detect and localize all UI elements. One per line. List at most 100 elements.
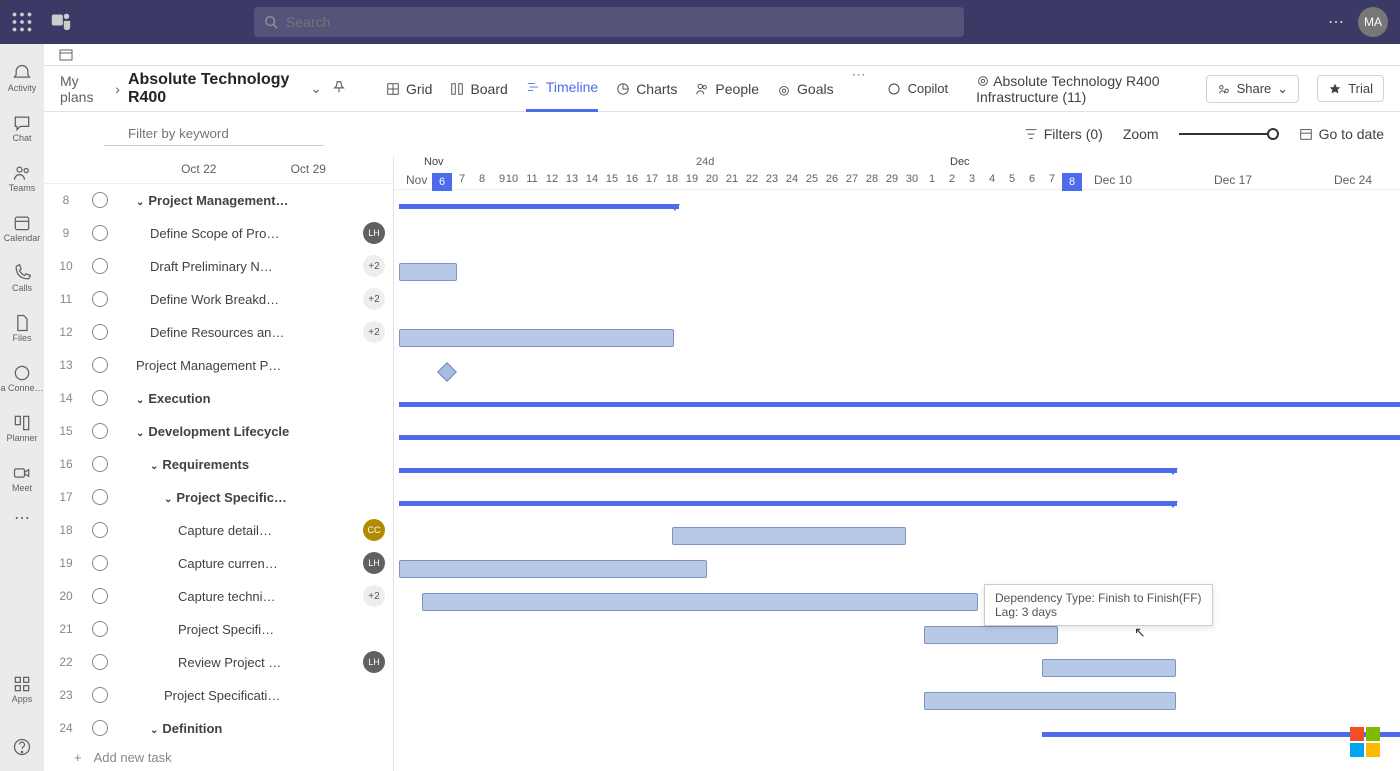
chevron-down-icon[interactable]: ⌄ [310, 80, 322, 97]
rail-activity[interactable]: Activity [0, 54, 44, 102]
assignee-badge[interactable]: +2 [363, 255, 385, 277]
complete-circle[interactable] [92, 588, 108, 604]
rail-calls[interactable]: Calls [0, 254, 44, 302]
rail-teams[interactable]: Teams [0, 154, 44, 202]
task-name[interactable]: Review Project … [118, 655, 363, 670]
task-bar[interactable] [399, 263, 457, 281]
task-name[interactable]: ⌄Requirements [118, 457, 385, 472]
complete-circle[interactable] [92, 423, 108, 439]
complete-circle[interactable] [92, 555, 108, 571]
caret-down-icon[interactable]: ⌄ [136, 428, 144, 439]
rail-apps[interactable]: Apps [0, 665, 44, 713]
task-row[interactable]: 20Capture techni…+2 [44, 580, 393, 613]
teams-icon[interactable] [50, 9, 72, 36]
assignee-badge[interactable]: LH [363, 552, 385, 574]
task-row[interactable]: 12Define Resources an…+2 [44, 316, 393, 349]
complete-circle[interactable] [92, 522, 108, 538]
task-bar[interactable] [924, 626, 1058, 644]
caret-down-icon[interactable]: ⌄ [136, 197, 144, 208]
more-icon[interactable]: ⋯ [1328, 12, 1344, 32]
rail-viva[interactable]: a Conne… [0, 354, 44, 402]
task-name[interactable]: ⌄Definition [118, 721, 385, 736]
task-row[interactable]: 11Define Work Breakd…+2 [44, 283, 393, 316]
task-name[interactable]: Project Specificati… [118, 688, 385, 703]
complete-circle[interactable] [92, 687, 108, 703]
task-row[interactable]: 18Capture detail…CC [44, 514, 393, 547]
complete-circle[interactable] [92, 192, 108, 208]
summary-bar[interactable] [1042, 732, 1400, 737]
pin-icon[interactable] [332, 80, 346, 97]
task-name[interactable]: Project Specifi… [118, 622, 385, 637]
task-row[interactable]: 9Define Scope of Pro…LH [44, 217, 393, 250]
tab-timeline[interactable]: Timeline [526, 66, 598, 112]
avatar[interactable]: MA [1358, 7, 1388, 37]
task-name[interactable]: Define Resources an… [118, 325, 363, 340]
task-bar[interactable] [1042, 659, 1176, 677]
task-row[interactable]: 23Project Specificati… [44, 679, 393, 712]
task-row[interactable]: 13Project Management P… [44, 349, 393, 382]
task-name[interactable]: Capture detail… [118, 523, 363, 538]
tab-board[interactable]: Board [450, 66, 507, 112]
task-row[interactable]: 21Project Specifi… [44, 613, 393, 646]
caret-down-icon[interactable]: ⌄ [136, 395, 144, 406]
complete-circle[interactable] [92, 324, 108, 340]
rail-planner[interactable]: Planner [0, 404, 44, 452]
task-bar[interactable] [672, 527, 906, 545]
task-name[interactable]: Capture curren… [118, 556, 363, 571]
gotodate-button[interactable]: Go to date [1299, 126, 1384, 142]
task-name[interactable]: Project Management P… [118, 358, 385, 373]
task-bar[interactable] [422, 593, 978, 611]
rail-chat[interactable]: Chat [0, 104, 44, 152]
complete-circle[interactable] [92, 390, 108, 406]
task-row[interactable]: 19Capture curren…LH [44, 547, 393, 580]
task-row[interactable]: 17⌄Project Specific… [44, 481, 393, 514]
task-row[interactable]: 22Review Project …LH [44, 646, 393, 679]
complete-circle[interactable] [92, 258, 108, 274]
summary-bar[interactable] [399, 204, 679, 209]
complete-circle[interactable] [92, 720, 108, 736]
copilot-button[interactable]: Copilot [876, 76, 958, 102]
complete-circle[interactable] [92, 225, 108, 241]
assignee-badge[interactable]: +2 [363, 321, 385, 343]
task-name[interactable]: Capture techni… [118, 589, 363, 604]
tab-grid[interactable]: Grid [386, 66, 432, 112]
task-row[interactable]: 15⌄Development Lifecycle [44, 415, 393, 448]
summary-bar[interactable] [399, 501, 1177, 506]
task-row[interactable]: 14⌄Execution [44, 382, 393, 415]
summary-bar[interactable] [399, 468, 1177, 473]
task-row[interactable]: 24⌄Definition [44, 712, 393, 745]
filter-input[interactable] [104, 122, 324, 146]
caret-down-icon[interactable]: ⌄ [150, 461, 158, 472]
task-name[interactable]: Define Work Breakd… [118, 292, 363, 307]
task-row[interactable]: 16⌄Requirements [44, 448, 393, 481]
rail-files[interactable]: Files [0, 304, 44, 352]
task-bar[interactable] [399, 329, 674, 347]
breadcrumb[interactable]: My plans › Absolute Technology R400 [60, 71, 300, 107]
task-name[interactable]: Define Scope of Pro… [118, 226, 363, 241]
search-input[interactable] [254, 7, 964, 37]
complete-circle[interactable] [92, 291, 108, 307]
waffle-icon[interactable] [12, 12, 32, 32]
task-name[interactable]: ⌄Development Lifecycle [118, 424, 385, 439]
expand-icon[interactable] [58, 47, 74, 63]
share-button[interactable]: Share⌄ [1206, 75, 1300, 103]
summary-bar[interactable] [399, 402, 1400, 407]
complete-circle[interactable] [92, 489, 108, 505]
complete-circle[interactable] [92, 357, 108, 373]
assignee-badge[interactable]: LH [363, 651, 385, 673]
complete-circle[interactable] [92, 654, 108, 670]
caret-down-icon[interactable]: ⌄ [164, 494, 172, 505]
gantt[interactable]: NovDec24d Nov678910111213141516171819202… [394, 156, 1400, 771]
rail-help-icon[interactable] [0, 723, 44, 771]
tab-people[interactable]: People [695, 66, 759, 112]
add-task-row[interactable]: + Add new task [44, 745, 393, 771]
task-name[interactable]: Draft Preliminary N… [118, 259, 363, 274]
rail-meet[interactable]: Meet [0, 454, 44, 502]
tab-goals[interactable]: Goals [777, 66, 834, 112]
more-tabs-icon[interactable]: ⋯ [852, 66, 866, 112]
tab-charts[interactable]: Charts [616, 66, 677, 112]
assignee-badge[interactable]: LH [363, 222, 385, 244]
trial-button[interactable]: Trial [1317, 75, 1384, 102]
summary-bar[interactable] [399, 435, 1400, 440]
assignee-badge[interactable]: +2 [363, 585, 385, 607]
